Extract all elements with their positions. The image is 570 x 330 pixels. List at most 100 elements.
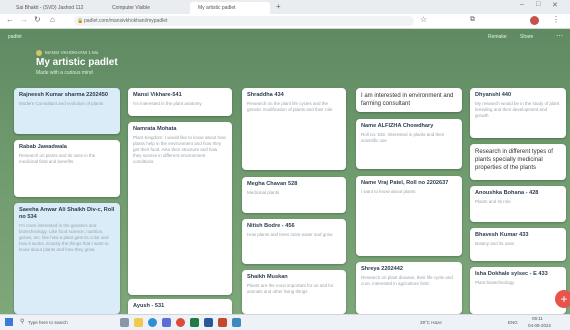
back-icon[interactable]: ←: [6, 15, 14, 24]
task-view-icon[interactable]: [120, 318, 129, 327]
post-card[interactable]: Namrata Mohata Plant Kingdom: I would li…: [128, 122, 232, 295]
post-card[interactable]: Shreya 2202442 Research on plant disease…: [356, 262, 462, 314]
post-card[interactable]: Isha Dokhale sylsec - E 433 Plant biotec…: [470, 267, 566, 314]
word-icon[interactable]: [204, 318, 213, 327]
post-heading: Mansi Vikhare-541: [133, 92, 182, 98]
clock-time[interactable]: 09:11: [532, 316, 543, 321]
post-heading: Shreya 2202442: [361, 266, 403, 272]
post-card[interactable]: Research in different types of plants sp…: [470, 144, 566, 180]
padlet-subtitle: Made with a curious mind: [36, 70, 93, 76]
address-bar[interactable]: 🔒 padlet.com/mansivkhokhani/mypadlet: [74, 16, 414, 26]
post-body: Plants and its role: [475, 199, 511, 204]
address-text: padlet.com/mansivkhokhani/mypadlet: [84, 18, 168, 24]
chrome-icon[interactable]: [176, 318, 185, 327]
post-card[interactable]: Dhyanshi 440 My research would be in the…: [470, 88, 566, 138]
post-body: Research on plant disease, their life cy…: [361, 275, 453, 286]
padlet-topbar: padlet Remake Share ⋯: [0, 29, 570, 41]
post-card[interactable]: Shaikh Muskan Plants are the most import…: [242, 270, 346, 314]
tab-2-label: Computer Visible: [112, 5, 150, 11]
post-card[interactable]: Anoushka Bohana - 428 Plants and its rol…: [470, 186, 566, 222]
browser-tab-strip: Sai Bhakti - (SVD) Jashod 112 Paidi Comp…: [0, 0, 570, 23]
post-heading: Isha Dokhale sylsec - E 433: [475, 271, 548, 277]
post-body: Botany and its uses: [475, 241, 515, 246]
post-heading: Nitish Bodre - 456: [247, 223, 295, 229]
new-tab-icon[interactable]: +: [276, 2, 281, 11]
post-card[interactable]: I am interested in environment and farmi…: [356, 88, 462, 112]
post-body: Plants are the most important for us and…: [247, 283, 334, 294]
lock-icon: 🔒: [77, 18, 84, 24]
language-indicator[interactable]: ENG: [508, 320, 518, 325]
post-card[interactable]: Bhavesh Kumar 433 Botany and its uses: [470, 228, 566, 261]
explorer-icon[interactable]: [134, 318, 143, 327]
powerpoint-icon[interactable]: [218, 318, 227, 327]
windows-start-icon[interactable]: [5, 318, 13, 326]
post-heading: Saeeha Anwar Ali Shaikh Div-c, Roll no 5…: [19, 207, 115, 220]
post-heading: I am interested in environment and farmi…: [361, 93, 454, 107]
app-icon[interactable]: [232, 318, 241, 327]
taskbar: ⚲ Type here to search 29°C Haze ENG 09:1…: [0, 314, 570, 330]
weather-widget[interactable]: 29°C Haze: [420, 320, 442, 325]
post-heading: Rabab Jawadwala: [19, 144, 67, 150]
browser-tab-2[interactable]: Computer Visible: [104, 2, 184, 14]
browser-toolbar: ← → ↻ ⌂ 🔒 padlet.com/mansivkhokhani/mypa…: [0, 14, 570, 29]
browser-tab-3[interactable]: My artistic padlet: [190, 2, 270, 14]
share-button[interactable]: Share: [520, 34, 533, 40]
post-card[interactable]: Megha Chavan 528 Medicinal plants: [242, 177, 346, 213]
post-card[interactable]: Mansi Vikhare-541 I'm interested in the …: [128, 88, 232, 116]
taskbar-search-input[interactable]: Type here to search: [28, 320, 68, 325]
owner-avatar: [36, 50, 42, 56]
post-card[interactable]: Rajneesh Kumar sharma 2202450 Modern Con…: [14, 88, 120, 134]
bookmark-star-icon[interactable]: ☆: [420, 15, 427, 24]
post-heading: Shaikh Muskan: [247, 274, 288, 280]
add-post-button[interactable]: +: [555, 290, 570, 308]
post-body: Plant Kingdom: I would like to know abou…: [133, 135, 226, 164]
tab-3-label: My artistic padlet: [198, 5, 236, 11]
post-body: Modern Consultant and evolution of plant…: [19, 101, 104, 106]
maximize-icon[interactable]: □: [536, 1, 540, 8]
clock-date[interactable]: 04-08-2022: [528, 323, 551, 328]
menu-icon[interactable]: ⋮: [552, 15, 560, 24]
close-window-icon[interactable]: ✕: [552, 1, 558, 9]
more-options-icon[interactable]: ⋯: [556, 32, 563, 40]
post-body: I'm more interested in the genetics and …: [19, 223, 109, 252]
post-heading: Shraddha 434: [247, 92, 284, 98]
post-card[interactable]: Saeeha Anwar Ali Shaikh Div-c, Roll no 5…: [14, 203, 120, 314]
store-icon[interactable]: [162, 318, 171, 327]
post-card[interactable]: Name Vraj Patel, Roll no 2202637 I want …: [356, 176, 462, 256]
post-body: My research would be in the study of pla…: [475, 101, 560, 118]
minimize-icon[interactable]: –: [520, 1, 524, 8]
post-body: I'm interested in the plant anatomy: [133, 101, 202, 106]
post-body: Research on the plant life cycles and th…: [247, 101, 333, 112]
excel-icon[interactable]: [190, 318, 199, 327]
post-heading: Ayush - 531: [133, 303, 165, 309]
padlet-canvas: padlet Remake Share ⋯ MANSI VKHOKHANI 1 …: [0, 29, 570, 319]
forward-icon[interactable]: →: [20, 15, 28, 24]
post-heading: Anoushka Bohana - 428: [475, 190, 539, 196]
profile-avatar[interactable]: [530, 16, 539, 25]
post-body: How plants and trees store water and gro…: [247, 232, 333, 237]
remake-button[interactable]: Remake: [488, 34, 507, 40]
post-card[interactable]: Shraddha 434 Research on the plant life …: [242, 88, 346, 170]
post-body: I want to know about plants: [361, 189, 416, 194]
post-heading: Bhavesh Kumar 433: [475, 232, 529, 238]
post-body: Medicinal plants: [247, 190, 280, 195]
post-card[interactable]: Rabab Jawadwala Research on plants and i…: [14, 140, 120, 197]
post-heading: Name ALFIZHA Chowdhary: [361, 123, 434, 129]
browser-tab-1[interactable]: Sai Bhakti - (SVD) Jashod 112 Paidi: [8, 2, 88, 23]
post-card[interactable]: Nitish Bodre - 456 How plants and trees …: [242, 219, 346, 264]
post-body: Roll no: 532. Interested in plants and t…: [361, 132, 445, 143]
post-heading: Name Vraj Patel, Roll no 2202637: [361, 180, 449, 186]
edge-icon[interactable]: [148, 318, 157, 327]
reload-icon[interactable]: ↻: [34, 15, 41, 24]
home-icon[interactable]: ⌂: [50, 15, 55, 24]
owner-label: MANSI VKHOKHANI 1 Mo: [45, 50, 99, 55]
post-heading: Namrata Mohata: [133, 126, 177, 132]
extensions-icon[interactable]: ⧉: [470, 16, 475, 24]
post-card[interactable]: Name ALFIZHA Chowdhary Roll no: 532. Int…: [356, 119, 462, 169]
post-body: Research on plants and its uses in the m…: [19, 153, 96, 164]
post-heading: Dhyanshi 440: [475, 92, 512, 98]
padlet-brand[interactable]: padlet: [8, 34, 22, 40]
taskbar-search-icon: ⚲: [20, 319, 25, 325]
post-body: Plant biotechnology: [475, 280, 515, 285]
post-heading: Rajneesh Kumar sharma 2202450: [19, 92, 108, 98]
